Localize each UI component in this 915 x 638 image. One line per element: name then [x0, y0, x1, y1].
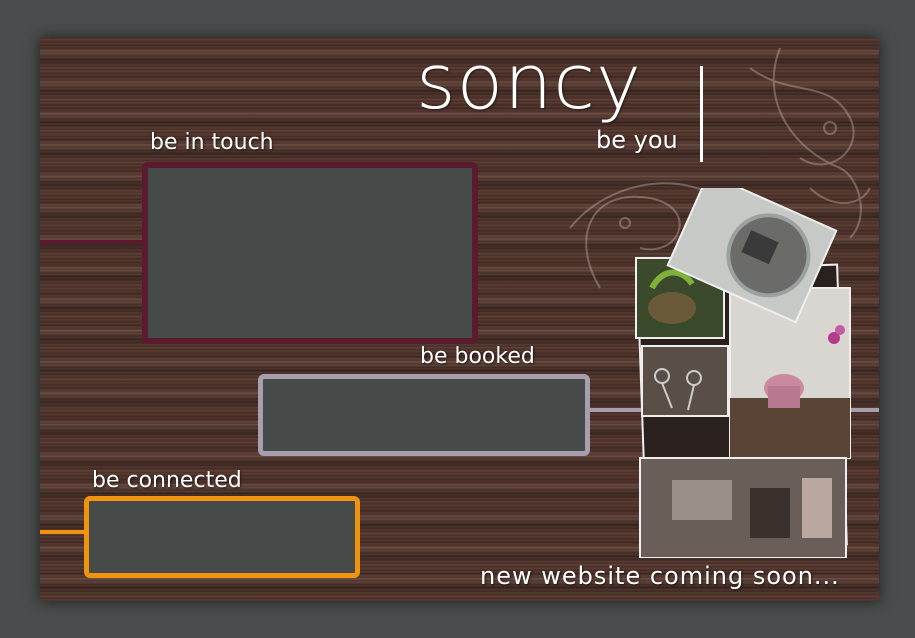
label-be-booked: be booked	[420, 344, 535, 369]
touch-connector	[40, 240, 144, 244]
collage-photos-icon	[635, 188, 851, 558]
label-be-connected: be connected	[92, 468, 242, 493]
be-in-touch-panel[interactable]	[142, 162, 478, 344]
connected-connector	[40, 530, 86, 534]
be-booked-panel[interactable]	[258, 374, 590, 456]
coming-soon-text: new website coming soon...	[480, 562, 840, 590]
brand-logo[interactable]: soncy	[416, 44, 642, 120]
brand-tagline: be you	[596, 126, 678, 154]
wood-board: soncy be you be in touch be booked be co…	[40, 38, 879, 601]
logo-divider	[700, 66, 703, 162]
be-connected-panel[interactable]	[84, 496, 360, 578]
label-be-in-touch: be in touch	[150, 130, 274, 155]
